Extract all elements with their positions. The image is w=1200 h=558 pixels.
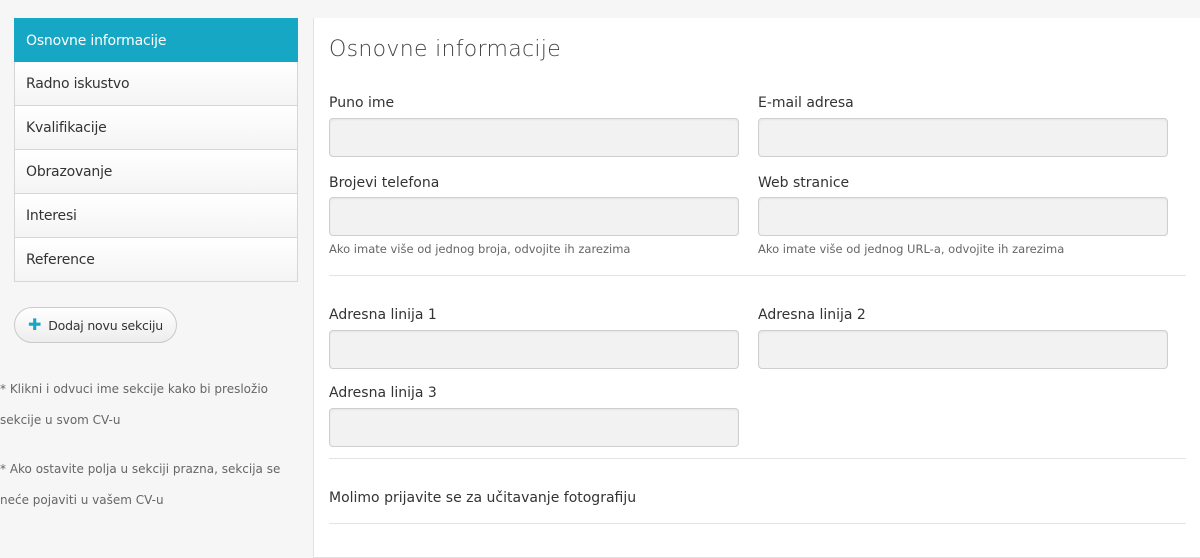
sidebar: Osnovne informacije Radno iskustvo Kvali…: [0, 18, 298, 507]
sidebar-item-radno-iskustvo[interactable]: Radno iskustvo: [14, 62, 298, 106]
sidebar-item-reference[interactable]: Reference: [14, 238, 298, 282]
page-title: Osnovne informacije: [329, 37, 562, 62]
add-section-button[interactable]: ✚ Dodaj novu sekciju: [14, 307, 177, 343]
address1-label: Adresna linija 1: [329, 307, 437, 323]
empty-fields-note: * Ako ostavite polja u sekciji prazna, s…: [0, 462, 281, 507]
sidebar-item-interesi[interactable]: Interesi: [14, 194, 298, 238]
plus-icon: ✚: [28, 315, 42, 334]
section-divider: [329, 275, 1186, 276]
section-nav: Osnovne informacije Radno iskustvo Kvali…: [14, 18, 298, 282]
sidebar-item-obrazovanje[interactable]: Obrazovanje: [14, 150, 298, 194]
section-divider: [329, 523, 1186, 524]
full-name-label: Puno ime: [329, 95, 395, 111]
websites-label: Web stranice: [758, 175, 850, 191]
phones-input[interactable]: [329, 197, 739, 236]
phones-label: Brojevi telefona: [329, 175, 440, 191]
phones-hint: Ako imate više od jednog broja, odvojite…: [329, 242, 631, 256]
address1-input[interactable]: [329, 330, 739, 369]
page: Osnovne informacije Radno iskustvo Kvali…: [0, 0, 1200, 558]
add-section-label: Dodaj novu sekciju: [48, 317, 163, 333]
email-input[interactable]: [758, 118, 1168, 157]
drag-sections-note: * Klikni i odvuci ime sekcije kako bi pr…: [0, 382, 268, 427]
email-label: E-mail adresa: [758, 95, 854, 111]
websites-input[interactable]: [758, 197, 1168, 236]
sidebar-item-kvalifikacije[interactable]: Kvalifikacije: [14, 106, 298, 150]
full-name-input[interactable]: [329, 118, 739, 157]
photo-login-note: Molimo prijavite se za učitavanje fotogr…: [329, 490, 637, 506]
websites-hint: Ako imate više od jednog URL-a, odvojite…: [758, 242, 1065, 256]
section-divider: [329, 458, 1186, 459]
address2-input[interactable]: [758, 330, 1168, 369]
main-panel: Osnovne informacije Puno ime E-mail adre…: [313, 18, 1200, 558]
address2-label: Adresna linija 2: [758, 307, 866, 323]
sidebar-item-osnovne-informacije[interactable]: Osnovne informacije: [14, 18, 298, 62]
address3-input[interactable]: [329, 408, 739, 447]
address3-label: Adresna linija 3: [329, 385, 437, 401]
